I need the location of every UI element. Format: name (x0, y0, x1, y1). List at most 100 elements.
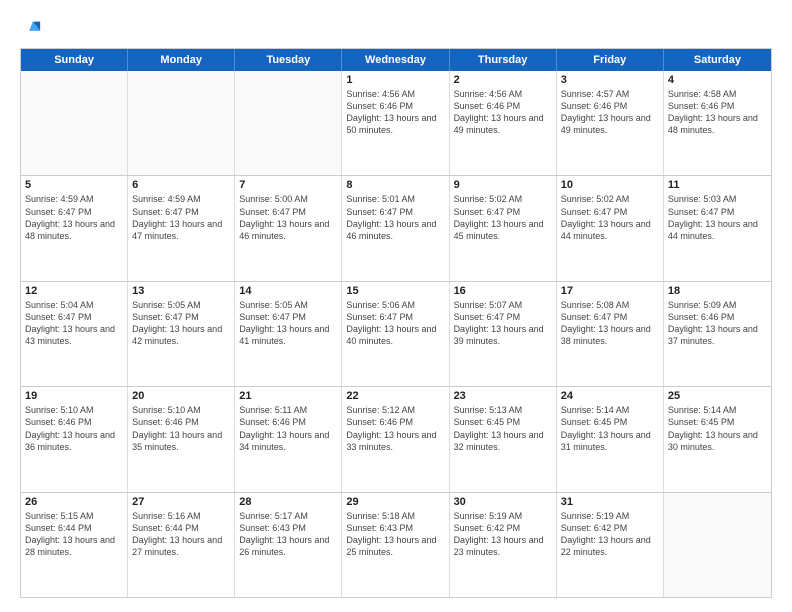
cell-info: Sunrise: 5:12 AMSunset: 6:46 PMDaylight:… (346, 404, 444, 453)
cell-info: Sunrise: 5:17 AMSunset: 6:43 PMDaylight:… (239, 510, 337, 559)
calendar-cell: 11Sunrise: 5:03 AMSunset: 6:47 PMDayligh… (664, 176, 771, 280)
calendar-cell: 29 Sunrise: 5:18 AMSunset: 6:43 PMDayligh… (342, 493, 449, 597)
day-number: 12 (25, 285, 123, 297)
calendar-cell: 12 Sunrise: 5:04 AMSunset: 6:47 PMDayligh… (21, 282, 128, 386)
weekday-header: Monday (128, 49, 235, 71)
calendar-cell: 23Sunrise: 5:13 AMSunset: 6:45 PMDayligh… (450, 387, 557, 491)
logo-icon (20, 18, 42, 40)
calendar-week: 26Sunrise: 5:15 AMSunset: 6:44 PMDayligh… (21, 493, 771, 597)
cell-info: Sunrise: 4:59 AMSunset: 6:47 PMDaylight:… (132, 193, 230, 242)
calendar-cell: 30 Sunrise: 5:19 AMSunset: 6:42 PMDayligh… (450, 493, 557, 597)
calendar-cell (664, 493, 771, 597)
calendar-week: 1Sunrise: 4:56 AMSunset: 6:46 PMDaylight… (21, 71, 771, 176)
calendar-cell: 15 Sunrise: 5:06 AMSunset: 6:47 PMDayligh… (342, 282, 449, 386)
calendar: SundayMondayTuesdayWednesdayThursdayFrid… (20, 48, 772, 598)
calendar-cell: 2 Sunrise: 4:56 AMSunset: 6:46 PMDaylight… (450, 71, 557, 175)
cell-info: Sunrise: 5:19 AMSunset: 6:42 PMDaylight:… (454, 510, 552, 559)
day-number: 22 (346, 390, 444, 402)
calendar-week: 12 Sunrise: 5:04 AMSunset: 6:47 PMDayligh… (21, 282, 771, 387)
cell-info: Sunrise: 5:13 AMSunset: 6:45 PMDaylight:… (454, 404, 552, 453)
calendar-cell: 22 Sunrise: 5:12 AMSunset: 6:46 PMDayligh… (342, 387, 449, 491)
calendar-body: 1Sunrise: 4:56 AMSunset: 6:46 PMDaylight… (21, 71, 771, 597)
day-number: 5 (25, 179, 123, 191)
weekday-header: Friday (557, 49, 664, 71)
calendar-cell: 13 Sunrise: 5:05 AMSunset: 6:47 PMDayligh… (128, 282, 235, 386)
cell-info: Sunrise: 4:56 AMSunset: 6:46 PMDaylight:… (454, 88, 552, 137)
cell-info: Sunrise: 5:02 AMSunset: 6:47 PMDaylight:… (454, 193, 552, 242)
calendar-cell: 18 Sunrise: 5:09 AMSunset: 6:46 PMDayligh… (664, 282, 771, 386)
day-number: 28 (239, 496, 337, 508)
day-number: 27 (132, 496, 230, 508)
calendar-cell: 27 Sunrise: 5:16 AMSunset: 6:44 PMDayligh… (128, 493, 235, 597)
calendar-cell: 9 Sunrise: 5:02 AMSunset: 6:47 PMDaylight… (450, 176, 557, 280)
cell-info: Sunrise: 5:14 AMSunset: 6:45 PMDaylight:… (668, 404, 767, 453)
calendar-cell: 3 Sunrise: 4:57 AMSunset: 6:46 PMDaylight… (557, 71, 664, 175)
day-number: 25 (668, 390, 767, 402)
day-number: 15 (346, 285, 444, 297)
weekday-header: Thursday (450, 49, 557, 71)
cell-info: Sunrise: 5:07 AMSunset: 6:47 PMDaylight:… (454, 299, 552, 348)
calendar-cell: 19 Sunrise: 5:10 AMSunset: 6:46 PMDayligh… (21, 387, 128, 491)
calendar-cell: 8 Sunrise: 5:01 AMSunset: 6:47 PMDaylight… (342, 176, 449, 280)
calendar-cell: 14 Sunrise: 5:05 AMSunset: 6:47 PMDayligh… (235, 282, 342, 386)
weekday-header: Sunday (21, 49, 128, 71)
day-number: 17 (561, 285, 659, 297)
day-number: 2 (454, 74, 552, 86)
cell-info: Sunrise: 5:05 AMSunset: 6:47 PMDaylight:… (239, 299, 337, 348)
day-number: 20 (132, 390, 230, 402)
calendar-cell (21, 71, 128, 175)
day-number: 11 (668, 179, 767, 191)
day-number: 8 (346, 179, 444, 191)
calendar-cell: 16 Sunrise: 5:07 AMSunset: 6:47 PMDayligh… (450, 282, 557, 386)
day-number: 29 (346, 496, 444, 508)
weekday-header: Wednesday (342, 49, 449, 71)
calendar-cell: 10 Sunrise: 5:02 AMSunset: 6:47 PMDayligh… (557, 176, 664, 280)
day-number: 18 (668, 285, 767, 297)
day-number: 16 (454, 285, 552, 297)
cell-info: Sunrise: 5:09 AMSunset: 6:46 PMDaylight:… (668, 299, 767, 348)
day-number: 30 (454, 496, 552, 508)
cell-info: Sunrise: 5:15 AMSunset: 6:44 PMDaylight:… (25, 510, 123, 559)
day-number: 9 (454, 179, 552, 191)
calendar-cell (128, 71, 235, 175)
cell-info: Sunrise: 5:02 AMSunset: 6:47 PMDaylight:… (561, 193, 659, 242)
day-number: 31 (561, 496, 659, 508)
calendar-cell: 20Sunrise: 5:10 AMSunset: 6:46 PMDayligh… (128, 387, 235, 491)
cell-info: Sunrise: 5:18 AMSunset: 6:43 PMDaylight:… (346, 510, 444, 559)
cell-info: Sunrise: 4:57 AMSunset: 6:46 PMDaylight:… (561, 88, 659, 137)
day-number: 7 (239, 179, 337, 191)
day-number: 19 (25, 390, 123, 402)
cell-info: Sunrise: 5:01 AMSunset: 6:47 PMDaylight:… (346, 193, 444, 242)
cell-info: Sunrise: 5:08 AMSunset: 6:47 PMDaylight:… (561, 299, 659, 348)
cell-info: Sunrise: 5:06 AMSunset: 6:47 PMDaylight:… (346, 299, 444, 348)
calendar-cell: 24Sunrise: 5:14 AMSunset: 6:45 PMDayligh… (557, 387, 664, 491)
calendar-cell: 4Sunrise: 4:58 AMSunset: 6:46 PMDaylight… (664, 71, 771, 175)
cell-info: Sunrise: 5:11 AMSunset: 6:46 PMDaylight:… (239, 404, 337, 453)
calendar-cell: 17 Sunrise: 5:08 AMSunset: 6:47 PMDayligh… (557, 282, 664, 386)
calendar-cell: 31 Sunrise: 5:19 AMSunset: 6:42 PMDayligh… (557, 493, 664, 597)
page: SundayMondayTuesdayWednesdayThursdayFrid… (0, 0, 792, 612)
cell-info: Sunrise: 5:16 AMSunset: 6:44 PMDaylight:… (132, 510, 230, 559)
day-number: 3 (561, 74, 659, 86)
header (20, 18, 772, 40)
day-number: 10 (561, 179, 659, 191)
weekday-header: Tuesday (235, 49, 342, 71)
calendar-cell: 1Sunrise: 4:56 AMSunset: 6:46 PMDaylight… (342, 71, 449, 175)
day-number: 6 (132, 179, 230, 191)
cell-info: Sunrise: 5:00 AMSunset: 6:47 PMDaylight:… (239, 193, 337, 242)
cell-info: Sunrise: 5:10 AMSunset: 6:46 PMDaylight:… (25, 404, 123, 453)
calendar-cell: 21 Sunrise: 5:11 AMSunset: 6:46 PMDayligh… (235, 387, 342, 491)
logo (20, 18, 46, 40)
calendar-cell: 7 Sunrise: 5:00 AMSunset: 6:47 PMDaylight… (235, 176, 342, 280)
calendar-week: 19 Sunrise: 5:10 AMSunset: 6:46 PMDayligh… (21, 387, 771, 492)
day-number: 21 (239, 390, 337, 402)
day-number: 14 (239, 285, 337, 297)
weekday-header: Saturday (664, 49, 771, 71)
calendar-header-row: SundayMondayTuesdayWednesdayThursdayFrid… (21, 49, 771, 71)
calendar-cell: 5Sunrise: 4:59 AMSunset: 6:47 PMDaylight… (21, 176, 128, 280)
cell-info: Sunrise: 5:04 AMSunset: 6:47 PMDaylight:… (25, 299, 123, 348)
cell-info: Sunrise: 5:19 AMSunset: 6:42 PMDaylight:… (561, 510, 659, 559)
day-number: 13 (132, 285, 230, 297)
cell-info: Sunrise: 5:05 AMSunset: 6:47 PMDaylight:… (132, 299, 230, 348)
calendar-cell: 28 Sunrise: 5:17 AMSunset: 6:43 PMDayligh… (235, 493, 342, 597)
